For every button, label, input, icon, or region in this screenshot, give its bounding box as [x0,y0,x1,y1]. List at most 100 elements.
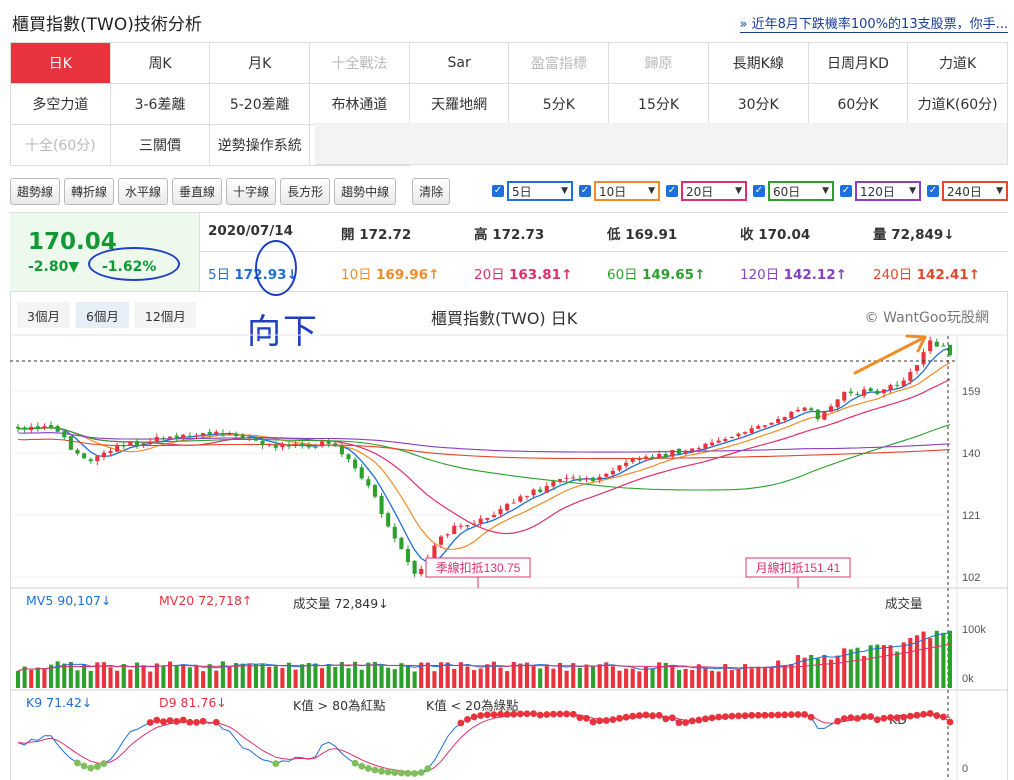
kd-oversold-dot [74,759,81,767]
volume-bar [260,664,265,688]
candle-body [822,411,827,420]
volume-bar [445,662,450,688]
candle-body [15,426,21,429]
volume-bar [412,671,417,688]
volume-bar [399,663,404,688]
kd-overbought-dot [569,710,577,718]
candle-body [366,479,371,486]
volume-bar [273,666,278,688]
kd-overbought-dot [649,712,656,720]
volume-bar [75,670,80,688]
candle-body [564,477,569,479]
ma60-line [17,424,951,491]
volume-bar [386,667,391,688]
volume-bar [141,665,146,688]
candle-body [709,442,715,446]
candle-body [544,485,549,493]
volume-bar [240,663,245,688]
volume-bar [577,667,582,688]
volume-bar [848,649,853,688]
kd-oversold-dot [100,760,108,767]
candle-body [412,560,417,574]
candle-body [227,433,232,435]
volume-bar [293,669,298,688]
volume-bar [604,662,609,688]
volume-bar [729,670,734,688]
volume-bar [227,666,232,688]
candle-body [868,388,873,391]
page-root: 櫃買指數(TWO)技術分析 » 近年8月下跌機率100%的13支股票，你手...… [0,0,1014,780]
ma120-line [17,432,951,453]
candle-body [518,496,523,502]
kd-overbought-dot [470,713,478,721]
candle-body [55,426,60,432]
candle-body [908,372,913,381]
candle-body [247,437,252,439]
candle-body [888,385,893,390]
volume-bar [934,630,939,688]
candle-body [293,443,298,446]
kd-oversold-dot [411,770,418,777]
kd-overbought-dot [933,712,941,719]
candle-body [947,344,953,356]
candle-body [524,496,530,498]
volume-bar [115,670,120,688]
volume-bar [432,671,437,688]
volume-bar [187,667,192,688]
kd-overbought-dot [199,717,207,725]
candle-body [29,426,34,431]
candle-body [862,389,867,396]
kd-oversold-dot [364,765,372,772]
candle-body [359,467,364,479]
volume-bar [624,668,629,688]
volume-bar [88,670,93,688]
candle-body [491,515,496,517]
volume-bar [452,668,457,688]
candle-body [320,441,325,447]
candle-body [716,440,721,443]
candle-body [82,453,87,459]
volume-bar [802,657,807,688]
candle-body [815,409,820,420]
candle-body [630,458,635,462]
kd-overbought-dot [589,718,597,726]
candle-body [776,419,781,423]
volume-bar [15,670,21,688]
volume-bar [822,654,827,688]
volume-bar [538,668,543,688]
candle-body [108,451,113,453]
candle-body [604,473,609,477]
candle-body [445,534,450,536]
kd-overbought-dot [212,718,220,726]
candle-body [62,431,67,438]
volume-bar [207,664,212,688]
candle-body [313,446,318,448]
volume-bar [280,668,285,688]
volume-bar [928,638,933,688]
candle-body [273,445,278,448]
candle-body [267,443,272,446]
volume-bar [901,642,906,688]
kd-overbought-dot [748,711,756,719]
kd-overbought-dot [675,719,683,727]
volume-bar [379,665,384,688]
offset-price-label: 季線扣抵130.75 [436,560,521,575]
volume-bar [346,668,351,688]
volume-bar [637,671,642,688]
price-tick-label: 140 [962,448,980,460]
volume-bar [551,668,556,688]
volume-bar [531,666,536,688]
volume-bar [762,667,767,688]
kd-overbought-dot [464,715,471,723]
volume-bar [359,669,364,688]
volume-bar [458,662,463,688]
candle-body [557,479,563,481]
candle-body [650,456,655,458]
volume-tick-label: 100k [962,624,986,636]
candle-body [485,517,490,520]
candle-body [881,389,886,394]
volume-bar [35,667,40,688]
candle-body [531,489,536,495]
kd-overbought-dot [834,717,842,725]
kd-overbought-dot [153,716,161,724]
